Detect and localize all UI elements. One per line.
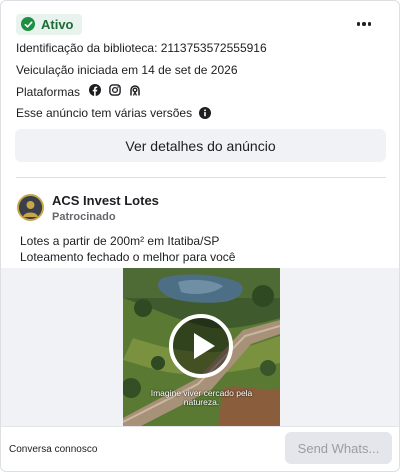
ad-card: Ativo Identificação da biblioteca: 21137… bbox=[0, 0, 400, 472]
ad-body-text: Lotes a partir de 200m² em Itatiba/SP Lo… bbox=[20, 233, 235, 265]
status-row: Ativo bbox=[16, 13, 82, 35]
divider bbox=[16, 177, 386, 178]
ad-details-button[interactable]: Ver detalhes do anúncio bbox=[15, 129, 386, 162]
footer-divider bbox=[1, 426, 399, 427]
status-badge: Ativo bbox=[16, 13, 82, 35]
library-id: Identificação da biblioteca: 21137535725… bbox=[16, 41, 267, 55]
play-button[interactable] bbox=[169, 314, 233, 378]
check-circle-icon bbox=[21, 17, 35, 31]
facebook-icon bbox=[89, 84, 102, 99]
start-date: Veiculação iniciada em 14 de set de 2026 bbox=[16, 63, 238, 77]
footer-text: Conversa connosco bbox=[9, 444, 98, 455]
advertiser-name[interactable]: ACS Invest Lotes bbox=[52, 193, 159, 208]
more-options-icon[interactable] bbox=[353, 13, 375, 35]
video-caption: Imagine viver cercado pela natureza. bbox=[123, 389, 280, 407]
platforms-label: Plataformas bbox=[16, 84, 81, 99]
advertiser-avatar[interactable] bbox=[17, 194, 44, 221]
instagram-icon bbox=[109, 84, 121, 99]
ad-body-line: Loteamento fechado o melhor para você bbox=[20, 250, 236, 264]
audience-network-icon bbox=[129, 84, 141, 99]
platforms-row: Plataformas bbox=[16, 84, 141, 99]
ad-body-line: Lotes a partir de 200m² em Itatiba/SP bbox=[20, 234, 220, 248]
versions-row: Esse anúncio tem várias versões bbox=[16, 106, 212, 120]
versions-note: Esse anúncio tem várias versões bbox=[16, 106, 193, 120]
caption-line: natureza. bbox=[183, 397, 220, 407]
info-icon[interactable] bbox=[199, 107, 212, 119]
status-label: Ativo bbox=[41, 16, 74, 32]
send-whatsapp-button[interactable]: Send Whats... bbox=[285, 432, 392, 464]
play-icon bbox=[194, 333, 215, 359]
ad-video[interactable]: Imagine viver cercado pela natureza. bbox=[123, 268, 280, 426]
sponsored-label: Patrocinado bbox=[52, 211, 116, 223]
